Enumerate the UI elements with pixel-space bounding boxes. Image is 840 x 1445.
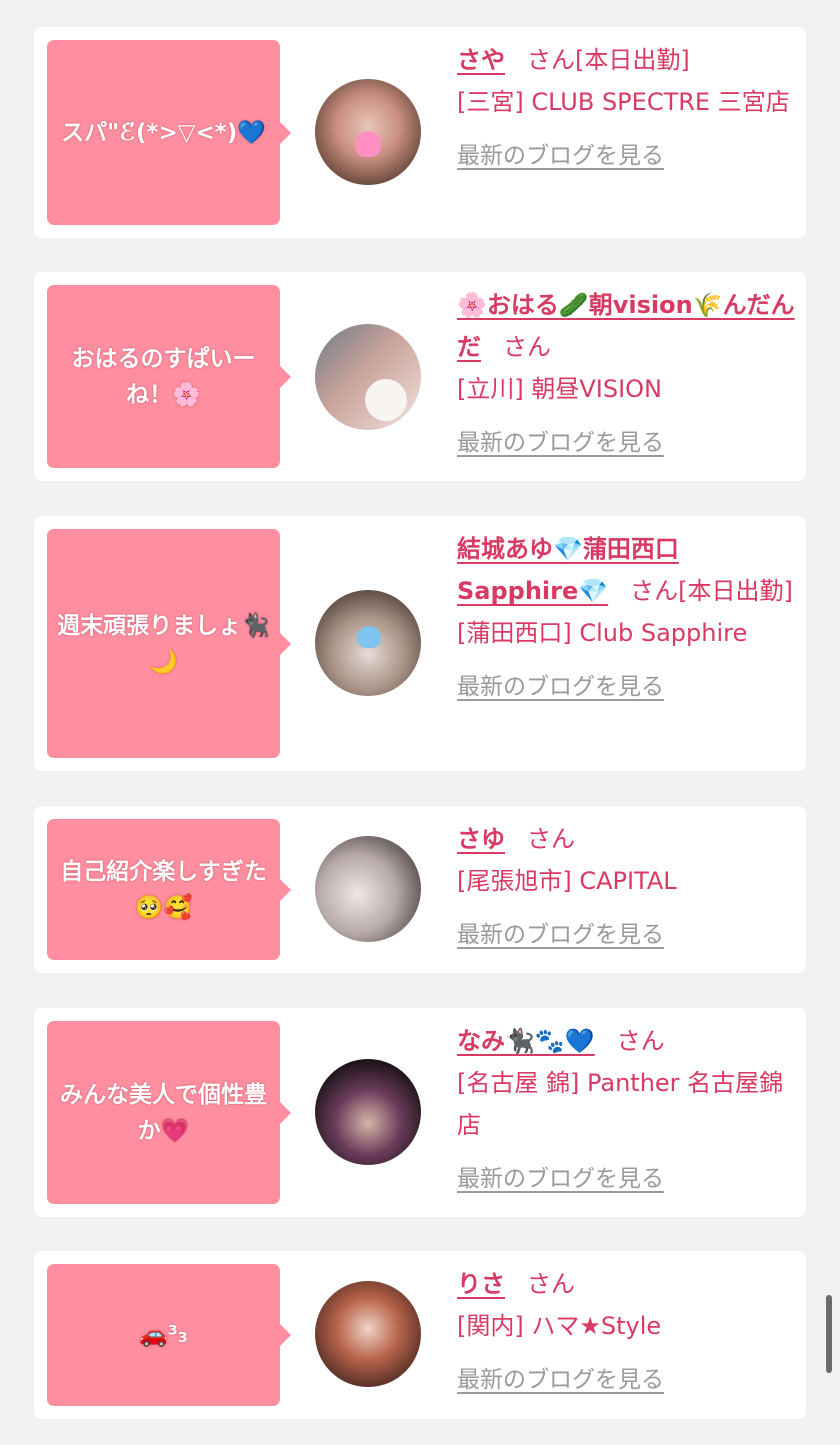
cast-card-1: スパ"ℰ̈(*>▽<*)💙 さや さん[本日出勤] [三宮] CLUB SPECT… (34, 27, 806, 238)
cast-name-link[interactable]: さゆ (457, 825, 505, 853)
comment-bubble: みんな美人で個性豊か💗 (47, 1021, 291, 1204)
comment-bubble: 自己紹介楽しすぎた🥺🥰 (47, 819, 291, 960)
latest-blog-link[interactable]: 最新のブログを見る (457, 666, 664, 708)
blur-sticker-icon (365, 379, 407, 421)
status-label: [本日出勤] (678, 577, 793, 605)
comment-text: 週末頑張りましょ🐈‍⬛🌙 (57, 612, 270, 675)
cast-card-2: おはるのすぱいーね！🌸 🌸おはる🥒朝vision🌾んだんだ さん [立川] 朝昼V… (34, 272, 806, 481)
cast-name-link[interactable]: さや (457, 46, 505, 74)
comment-bubble: おはるのすぱいーね！🌸 (47, 285, 291, 468)
san-label: さん (503, 333, 551, 361)
latest-blog-link[interactable]: 最新のブログを見る (457, 422, 664, 464)
comment-text: 🚗³₃ (139, 1322, 188, 1348)
latest-blog-link[interactable]: 最新のブログを見る (457, 1359, 664, 1401)
latest-blog-link[interactable]: 最新のブログを見る (457, 914, 664, 956)
shop-label: [尾張旭市] CAPITAL (457, 867, 677, 895)
cast-info: さや さん[本日出勤] [三宮] CLUB SPECTRE 三宮店 最新のブログを… (457, 39, 797, 177)
avatar[interactable] (315, 324, 421, 430)
comment-text: みんな美人で個性豊か💗 (60, 1081, 267, 1144)
cast-info: なみ🐈‍⬛🐾💙 さん [名古屋 錦] Panther 名古屋錦店 最新のブログを見… (457, 1020, 797, 1200)
cast-info: 結城あゆ💎蒲田西口Sapphire💎 さん[本日出勤] [蒲田西口] Club S… (457, 528, 797, 708)
shop-label: [関内] ハマ★Style (457, 1312, 662, 1340)
avatar[interactable] (315, 1059, 421, 1165)
shop-label: [名古屋 錦] Panther 名古屋錦店 (457, 1069, 784, 1139)
san-label: さん (630, 577, 679, 605)
cast-card-6: 🚗³₃ りさ さん [関内] ハマ★Style 最新のブログを見る (34, 1251, 806, 1419)
san-label: さん (616, 1027, 665, 1055)
cast-card-4: 自己紹介楽しすぎた🥺🥰 さゆ さん [尾張旭市] CAPITAL 最新のブログを見… (34, 806, 806, 973)
san-label: さん (527, 1270, 575, 1298)
cast-card-5: みんな美人で個性豊か💗 なみ🐈‍⬛🐾💙 さん [名古屋 錦] Panther 名古… (34, 1008, 806, 1217)
cast-info: 🌸おはる🥒朝vision🌾んだんだ さん [立川] 朝昼VISION 最新のブログ… (457, 284, 797, 464)
san-label: さん (527, 46, 575, 74)
latest-blog-link[interactable]: 最新のブログを見る (457, 135, 664, 177)
comment-text: おはるのすぱいーね！🌸 (71, 345, 256, 408)
comment-text: 自己紹介楽しすぎた🥺🥰 (60, 858, 267, 921)
cast-card-3: 週末頑張りましょ🐈‍⬛🌙 結城あゆ💎蒲田西口Sapphire💎 さん[本日出勤] … (34, 516, 806, 771)
cast-info: さゆ さん [尾張旭市] CAPITAL 最新のブログを見る (457, 818, 797, 956)
comment-bubble: 🚗³₃ (47, 1264, 291, 1406)
shop-label: [三宮] CLUB SPECTRE 三宮店 (457, 88, 790, 116)
latest-blog-link[interactable]: 最新のブログを見る (457, 1158, 664, 1200)
heart-sticker-icon (355, 131, 381, 157)
heart-sticker-icon (357, 626, 381, 648)
scrollbar[interactable] (826, 1295, 832, 1373)
comment-text: スパ"ℰ̈(*>▽<*)💙 (61, 119, 266, 146)
avatar[interactable] (315, 836, 421, 942)
comment-bubble: スパ"ℰ̈(*>▽<*)💙 (47, 40, 291, 225)
status-label: [本日出勤] (575, 46, 690, 74)
cast-info: りさ さん [関内] ハマ★Style 最新のブログを見る (457, 1263, 797, 1401)
shop-label: [蒲田西口] Club Sapphire (457, 619, 748, 647)
cast-name-link[interactable]: りさ (457, 1270, 505, 1298)
san-label: さん (527, 825, 575, 853)
cast-name-link[interactable]: なみ🐈‍⬛🐾💙 (457, 1027, 595, 1055)
avatar[interactable] (315, 79, 421, 185)
comment-bubble: 週末頑張りましょ🐈‍⬛🌙 (47, 529, 291, 758)
shop-label: [立川] 朝昼VISION (457, 375, 663, 403)
avatar[interactable] (315, 590, 421, 696)
avatar[interactable] (315, 1281, 421, 1387)
